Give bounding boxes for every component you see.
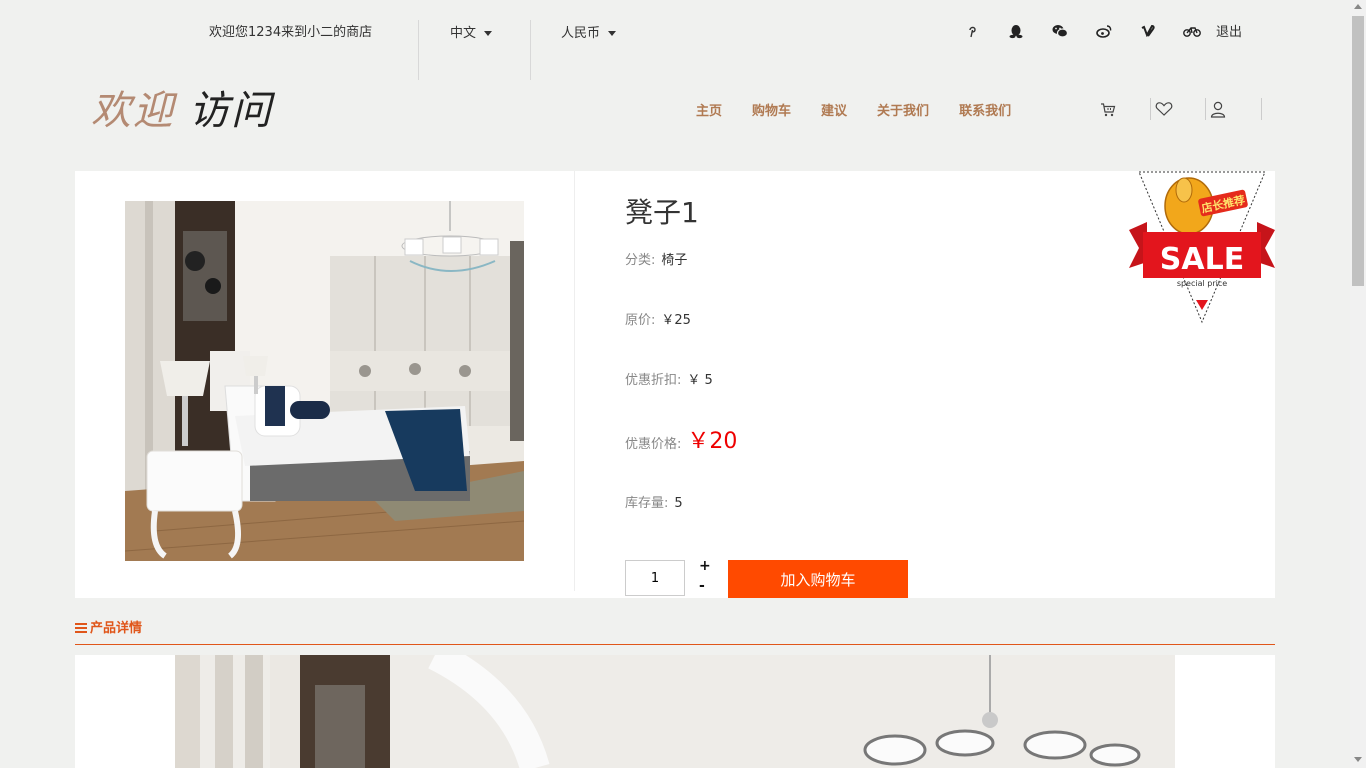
product-details-header: 产品详情: [75, 617, 1275, 645]
stock-value: 5: [674, 496, 683, 511]
product-details-body: [75, 655, 1275, 768]
menu-icon: [75, 623, 87, 633]
divider: [530, 20, 531, 80]
vimeo-icon[interactable]: [1126, 18, 1170, 44]
divider: [574, 171, 575, 591]
qq-icon[interactable]: [994, 18, 1038, 44]
discount-value: ￥ 5: [687, 373, 713, 388]
discount-row: 优惠折扣: ￥ 5: [625, 369, 713, 388]
cart-icon[interactable]: [1096, 98, 1151, 120]
category-value: 椅子: [661, 253, 688, 268]
top-bar: 欢迎您1234来到小二的商店 中文 人民币 退出: [0, 0, 1350, 80]
user-icon[interactable]: [1206, 98, 1262, 120]
product-title: 凳子1: [625, 196, 699, 229]
nav-item-contact[interactable]: 联系我们: [959, 100, 1011, 119]
original-price-row: 原价: ￥25: [625, 309, 691, 328]
heart-icon[interactable]: [1151, 98, 1206, 120]
bicycle-icon[interactable]: [1170, 18, 1214, 44]
sale-price-value: ￥20: [687, 429, 738, 454]
language-label: 中文: [450, 26, 477, 41]
original-price-label: 原价:: [625, 313, 656, 328]
quantity-plus-button[interactable]: +: [699, 558, 711, 574]
pinterest-icon[interactable]: [950, 18, 994, 44]
header-icons: [1096, 98, 1262, 120]
quantity-minus-button[interactable]: -: [699, 578, 705, 594]
badge-sale-text: SALE: [1160, 242, 1244, 277]
caret-down-icon: [608, 31, 617, 36]
nav-item-cart[interactable]: 购物车: [752, 100, 791, 119]
social-links: [950, 18, 1214, 44]
logo-part-2: 访问: [189, 88, 273, 134]
weibo-icon[interactable]: [1082, 18, 1126, 44]
divider: [418, 20, 419, 80]
nav-item-suggestions[interactable]: 建议: [821, 100, 847, 119]
product-panel: 凳子1 分类: 椅子 原价: ￥25 优惠折扣: ￥ 5 优惠价格: ￥20 库存量: 5…: [75, 171, 1275, 598]
scroll-up-arrow-icon[interactable]: [1354, 4, 1362, 9]
product-details-title: 产品详情: [90, 621, 143, 636]
category-label: 分类:: [625, 253, 656, 268]
logout-link[interactable]: 退出: [1216, 21, 1242, 40]
original-price-value: ￥25: [661, 313, 691, 328]
logo-part-1: 欢迎: [91, 88, 175, 134]
welcome-text: 欢迎您1234来到小二的商店: [209, 25, 373, 40]
product-image: [125, 201, 524, 561]
currency-label: 人民币: [561, 26, 601, 41]
scroll-thumb[interactable]: [1352, 16, 1364, 286]
nav-item-about[interactable]: 关于我们: [877, 100, 929, 119]
scroll-down-arrow-icon[interactable]: [1354, 757, 1362, 762]
caret-down-icon: [484, 31, 493, 36]
main-nav: 主页 购物车 建议 关于我们 联系我们: [696, 100, 1041, 119]
currency-dropdown[interactable]: 人民币: [561, 22, 617, 41]
page-scrollbar[interactable]: [1350, 0, 1366, 768]
sale-price-row: 优惠价格: ￥20: [625, 423, 737, 455]
quantity-input[interactable]: [625, 560, 685, 596]
nav-item-home[interactable]: 主页: [696, 100, 722, 119]
wechat-icon[interactable]: [1038, 18, 1082, 44]
sale-badge: 店长推荐 SALE special price: [1129, 170, 1275, 324]
badge-sub-text: special price: [1177, 279, 1227, 288]
stock-label: 库存量:: [625, 496, 669, 511]
site-logo[interactable]: 欢迎 访问: [91, 78, 273, 136]
language-dropdown[interactable]: 中文: [450, 22, 493, 41]
discount-label: 优惠折扣:: [625, 373, 682, 388]
stock-row: 库存量: 5: [625, 492, 683, 511]
category-row: 分类: 椅子: [625, 249, 687, 268]
sale-price-label: 优惠价格:: [625, 437, 682, 452]
add-to-cart-button[interactable]: 加入购物车: [728, 560, 908, 598]
detail-image: [175, 655, 1175, 768]
